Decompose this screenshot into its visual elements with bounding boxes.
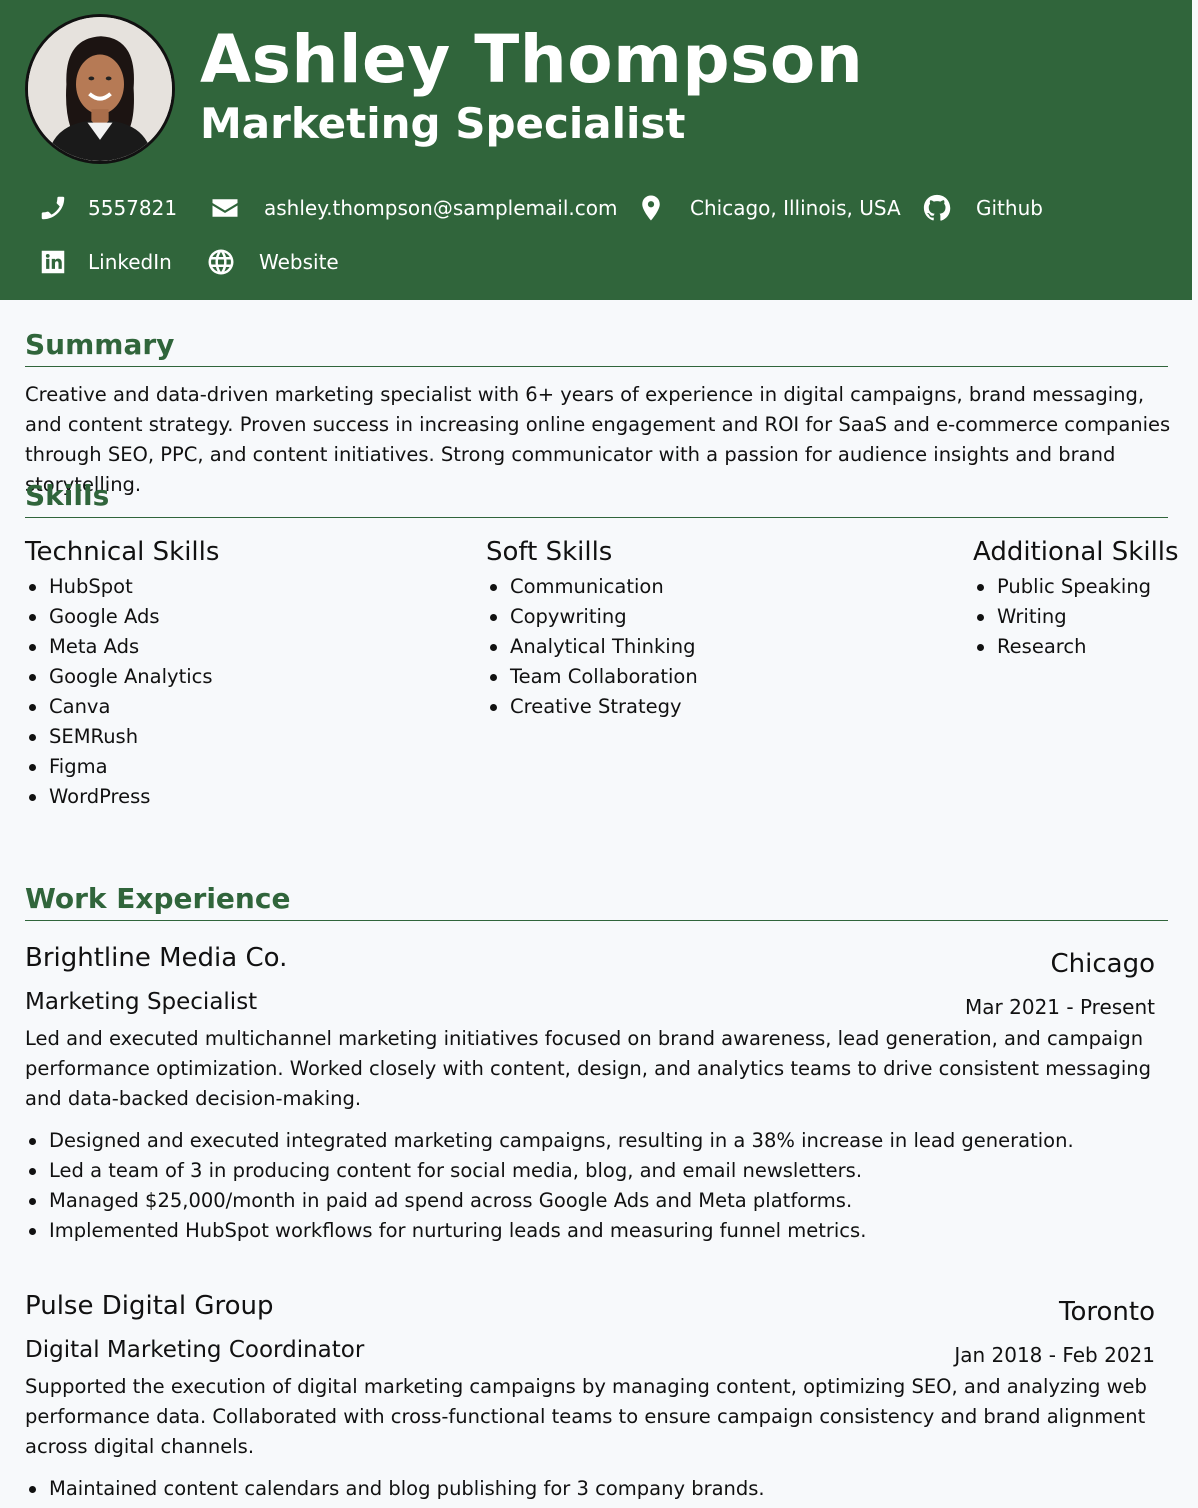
contact-location-label: Chicago, Illinois, USA [690,196,901,220]
contact-location: Chicago, Illinois, USA [634,188,901,228]
summary-divider [25,366,1168,367]
skill-item: SEMRush [25,722,219,752]
contact-website[interactable]: Website [204,242,339,282]
person-avatar-icon [28,17,172,161]
skill-item: Communication [486,572,698,602]
job-role: Digital Marketing Coordinator [25,1337,365,1363]
phone-icon [36,191,70,225]
contact-linkedin[interactable]: LinkedIn [36,242,172,282]
skill-group-soft: Soft Skills Communication Copywriting An… [486,532,698,722]
skill-item: Research [973,632,1179,662]
skills-heading: Skills [25,479,110,512]
job-city: Chicago [1050,949,1156,979]
achievement-item: Maintained content calendars and blog pu… [25,1474,765,1504]
summary-heading: Summary [25,328,175,361]
skill-item: Meta Ads [25,632,219,662]
experience-heading: Work Experience [25,882,291,915]
profile-photo [25,14,175,164]
achievement-item: Led a team of 3 in producing content for… [25,1156,1074,1186]
skills-divider [25,517,1168,518]
globe-icon [204,245,238,279]
skill-item: Public Speaking [973,572,1179,602]
skill-item: Writing [973,602,1179,632]
experience-divider [25,920,1168,921]
skill-item: Team Collaboration [486,662,698,692]
contact-email-label: ashley.thompson@samplemail.com [264,196,618,220]
achievement-item: Managed $25,000/month in paid ad spend a… [25,1186,1074,1216]
achievement-item: Implemented HubSpot workflows for nurtur… [25,1216,1074,1246]
candidate-title: Marketing Specialist [200,99,686,148]
contact-website-label: Website [259,250,339,274]
contact-github-label: Github [976,196,1043,220]
job-role: Marketing Specialist [25,989,258,1015]
skill-item: Google Ads [25,602,219,632]
job-dates: Mar 2021 - Present [965,995,1155,1019]
contact-linkedin-label: LinkedIn [88,250,172,274]
skill-item: WordPress [25,782,219,812]
contact-github[interactable]: Github [920,188,1043,228]
job-description: Led and executed multichannel marketing … [25,1027,1152,1110]
skill-item: Figma [25,752,219,782]
skill-item: Copywriting [486,602,698,632]
skill-item: Google Analytics [25,662,219,692]
linkedin-icon [36,245,70,279]
github-icon [920,191,954,225]
achievement-item: Designed and executed integrated marketi… [25,1126,1074,1156]
skill-item: Canva [25,692,219,722]
job-company: Brightline Media Co. [25,943,288,973]
email-icon [208,191,242,225]
job-dates: Jan 2018 - Feb 2021 [954,1343,1155,1367]
job-achievements: Designed and executed integrated marketi… [25,1126,1074,1246]
skill-group-title: Technical Skills [25,537,220,567]
skill-item: Analytical Thinking [486,632,698,662]
skill-group-title: Soft Skills [486,537,613,567]
job-city: Toronto [1059,1297,1155,1327]
skill-group-additional: Additional Skills Public Speaking Writin… [973,532,1179,662]
contact-email[interactable]: ashley.thompson@samplemail.com [208,188,617,228]
skill-item: HubSpot [25,572,219,602]
job-company: Pulse Digital Group [25,1291,274,1321]
job-description: Supported the execution of digital marke… [25,1375,1147,1458]
job-achievements: Maintained content calendars and blog pu… [25,1474,765,1504]
skill-group-title: Additional Skills [973,537,1179,567]
resume-header: Ashley Thompson Marketing Specialist 555… [0,0,1192,300]
skill-group-technical: Technical Skills HubSpot Google Ads Meta… [25,532,219,812]
skill-item: Creative Strategy [486,692,698,722]
candidate-name: Ashley Thompson [200,21,864,98]
summary-text: Creative and data-driven marketing speci… [25,383,1171,496]
contact-phone[interactable]: 5557821 [36,188,177,228]
contact-phone-label: 5557821 [88,196,178,220]
location-pin-icon [634,191,668,225]
